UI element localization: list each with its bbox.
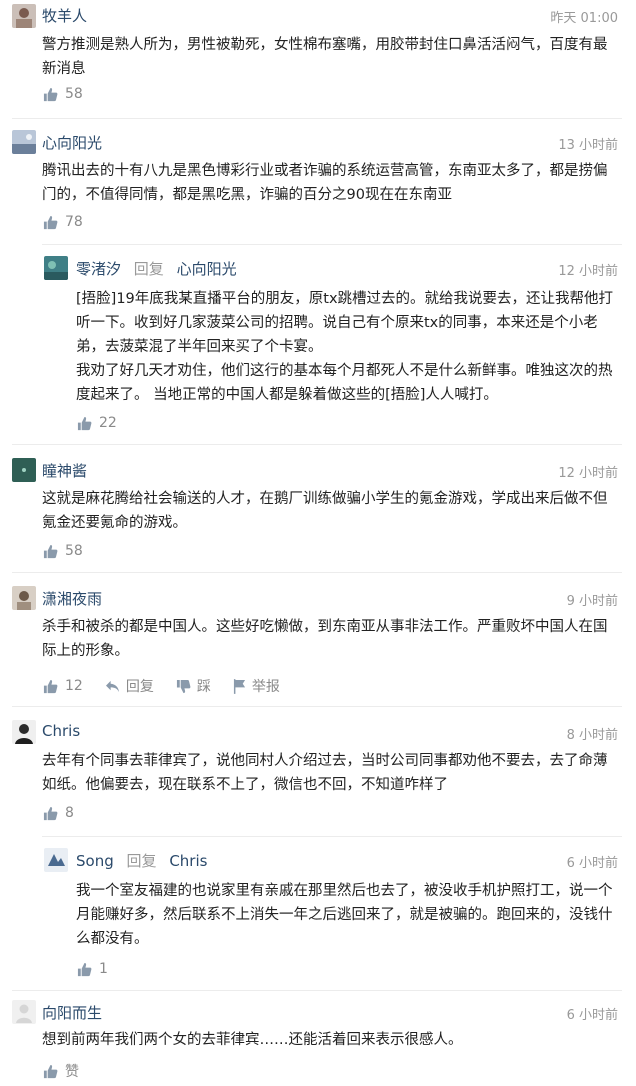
comment-list: 牧羊人 昨天 01:00 警方推测是熟人所为，男性被勒死，女性棉布塞嘴，用胶带封… bbox=[0, 0, 636, 1086]
report-button[interactable]: 举报 bbox=[233, 676, 280, 696]
reply-button[interactable]: 回复 bbox=[105, 676, 154, 696]
thumbs-up-icon bbox=[43, 544, 58, 558]
reply-time: 6 小时前 bbox=[566, 856, 618, 871]
thumbs-down-icon bbox=[176, 679, 191, 693]
avatar[interactable] bbox=[12, 720, 36, 744]
comment-item: 瞳神酱 12 小时前 这就是麻花腾给社会输送的人才，在鹅厂训练做骗小学生的氪金游… bbox=[0, 444, 636, 572]
comment-author[interactable]: Chris bbox=[42, 722, 80, 740]
comment-time: 昨天 01:00 bbox=[550, 11, 618, 26]
reply-author[interactable]: Song bbox=[76, 852, 114, 870]
reply-arrow-icon bbox=[105, 680, 119, 692]
thumbs-up-icon bbox=[43, 87, 58, 101]
avatar[interactable] bbox=[12, 130, 36, 154]
comment-time: 13 小时前 bbox=[558, 138, 618, 153]
reply-header: Song 回复 Chris bbox=[76, 850, 207, 871]
reply-label: 回复 bbox=[125, 679, 154, 695]
comment-text: 腾讯出去的十有八九是黑色博彩行业或者诈骗的系统运营高管，东南亚太多了，都是捞偏门… bbox=[42, 163, 608, 203]
comment-actions: 78 bbox=[43, 214, 83, 230]
comment-time: 9 小时前 bbox=[566, 594, 618, 609]
reply-text: [捂脸]19年底我某直播平台的朋友，原tx跳槽过去的。就给我说要去，还让我帮他打… bbox=[76, 291, 614, 403]
reply-label: 回复 bbox=[126, 852, 157, 870]
reply-target[interactable]: Chris bbox=[169, 852, 207, 870]
comment-actions: 赞 bbox=[43, 1061, 79, 1081]
thumbs-up-icon bbox=[77, 962, 92, 976]
comment-text: 这就是麻花腾给社会输送的人才，在鹅厂训练做骗小学生的氪金游戏，学成出来后做不但氪… bbox=[42, 491, 608, 531]
like-button[interactable]: 赞 bbox=[43, 1061, 79, 1081]
like-count: 78 bbox=[65, 214, 83, 230]
like-button[interactable]: 12 bbox=[43, 678, 83, 694]
avatar[interactable] bbox=[12, 1000, 36, 1024]
like-count: 58 bbox=[65, 543, 83, 559]
reply-time: 12 小时前 bbox=[558, 264, 618, 279]
avatar[interactable] bbox=[12, 586, 36, 610]
comment-author[interactable]: 心向阳光 bbox=[42, 132, 102, 153]
comment-actions: 58 bbox=[43, 86, 83, 102]
reply-label: 回复 bbox=[133, 260, 164, 278]
comment-text: 想到前两年我们两个女的去菲律宾……还能活着回来表示很感人。 bbox=[42, 1032, 463, 1048]
like-count: 8 bbox=[65, 805, 74, 821]
comment-item: 潇湘夜雨 9 小时前 杀手和被杀的都是中国人。这些好吃懒做，到东南亚从事非法工作… bbox=[0, 572, 636, 706]
comment-item: Chris 8 小时前 去年有个同事去菲律宾了，说他同村人介绍过去，当时公司同事… bbox=[0, 706, 636, 990]
like-count: 58 bbox=[65, 86, 83, 102]
comment-item: 心向阳光 13 小时前 腾讯出去的十有八九是黑色博彩行业或者诈骗的系统运营高管，… bbox=[0, 118, 636, 444]
reply-item: Song 回复 Chris 6 小时前 我一个室友福建的也说家里有亲戚在那里然后… bbox=[32, 836, 636, 990]
comment-time: 8 小时前 bbox=[566, 728, 618, 743]
avatar[interactable] bbox=[44, 848, 68, 872]
report-label: 举报 bbox=[251, 679, 280, 695]
like-button[interactable]: 1 bbox=[77, 961, 108, 977]
thumbs-up-icon bbox=[43, 679, 58, 693]
comment-item: 牧羊人 昨天 01:00 警方推测是熟人所为，男性被勒死，女性棉布塞嘴，用胶带封… bbox=[0, 0, 636, 118]
comment-text: 去年有个同事去菲律宾了，说他同村人介绍过去，当时公司同事都劝他不要去，去了命薄如… bbox=[42, 753, 608, 793]
like-count: 12 bbox=[65, 678, 83, 694]
like-button[interactable]: 8 bbox=[43, 805, 74, 821]
flag-icon bbox=[233, 678, 245, 694]
dislike-label: 踩 bbox=[196, 679, 211, 695]
comment-actions: 12 回复 踩 举报 bbox=[43, 676, 280, 696]
like-count: 赞 bbox=[65, 1064, 79, 1080]
reply-target[interactable]: 心向阳光 bbox=[177, 260, 237, 278]
thumbs-up-icon bbox=[77, 416, 92, 430]
reply-item: 零渚汐 回复 心向阳光 12 小时前 [捂脸]19年底我某直播平台的朋友，原tx… bbox=[32, 244, 636, 444]
comment-actions: 8 bbox=[43, 805, 74, 821]
reply-actions: 22 bbox=[77, 415, 117, 431]
avatar[interactable] bbox=[44, 256, 68, 280]
dislike-button[interactable]: 踩 bbox=[176, 676, 211, 696]
comment-time: 12 小时前 bbox=[558, 466, 618, 481]
avatar[interactable] bbox=[12, 458, 36, 482]
comment-author[interactable]: 瞳神酱 bbox=[42, 460, 87, 481]
comment-author[interactable]: 向阳而生 bbox=[42, 1002, 102, 1023]
like-count: 22 bbox=[99, 415, 117, 431]
like-count: 1 bbox=[99, 961, 108, 977]
comment-text: 警方推测是熟人所为，男性被勒死，女性棉布塞嘴，用胶带封住口鼻活活闷气，百度有最新… bbox=[42, 37, 608, 77]
thumbs-up-icon bbox=[43, 1064, 58, 1078]
reply-author[interactable]: 零渚汐 bbox=[76, 260, 121, 278]
comment-item: 向阳而生 6 小时前 想到前两年我们两个女的去菲律宾……还能活着回来表示很感人。… bbox=[0, 990, 636, 1086]
comment-actions: 58 bbox=[43, 543, 83, 559]
avatar[interactable] bbox=[12, 4, 36, 28]
comment-time: 6 小时前 bbox=[566, 1008, 618, 1023]
thumbs-up-icon bbox=[43, 215, 58, 229]
like-button[interactable]: 58 bbox=[43, 86, 83, 102]
reply-text: 我一个室友福建的也说家里有亲戚在那里然后也去了，被没收手机护照打工，说一个月能赚… bbox=[76, 883, 613, 947]
like-button[interactable]: 78 bbox=[43, 214, 83, 230]
comment-text: 杀手和被杀的都是中国人。这些好吃懒做，到东南亚从事非法工作。严重败坏中国人在国际… bbox=[42, 619, 608, 659]
comment-author[interactable]: 潇湘夜雨 bbox=[42, 588, 102, 609]
reply-actions: 1 bbox=[77, 961, 108, 977]
thumbs-up-icon bbox=[43, 806, 58, 820]
like-button[interactable]: 22 bbox=[77, 415, 117, 431]
like-button[interactable]: 58 bbox=[43, 543, 83, 559]
comment-author[interactable]: 牧羊人 bbox=[42, 5, 87, 26]
reply-header: 零渚汐 回复 心向阳光 bbox=[76, 258, 237, 279]
